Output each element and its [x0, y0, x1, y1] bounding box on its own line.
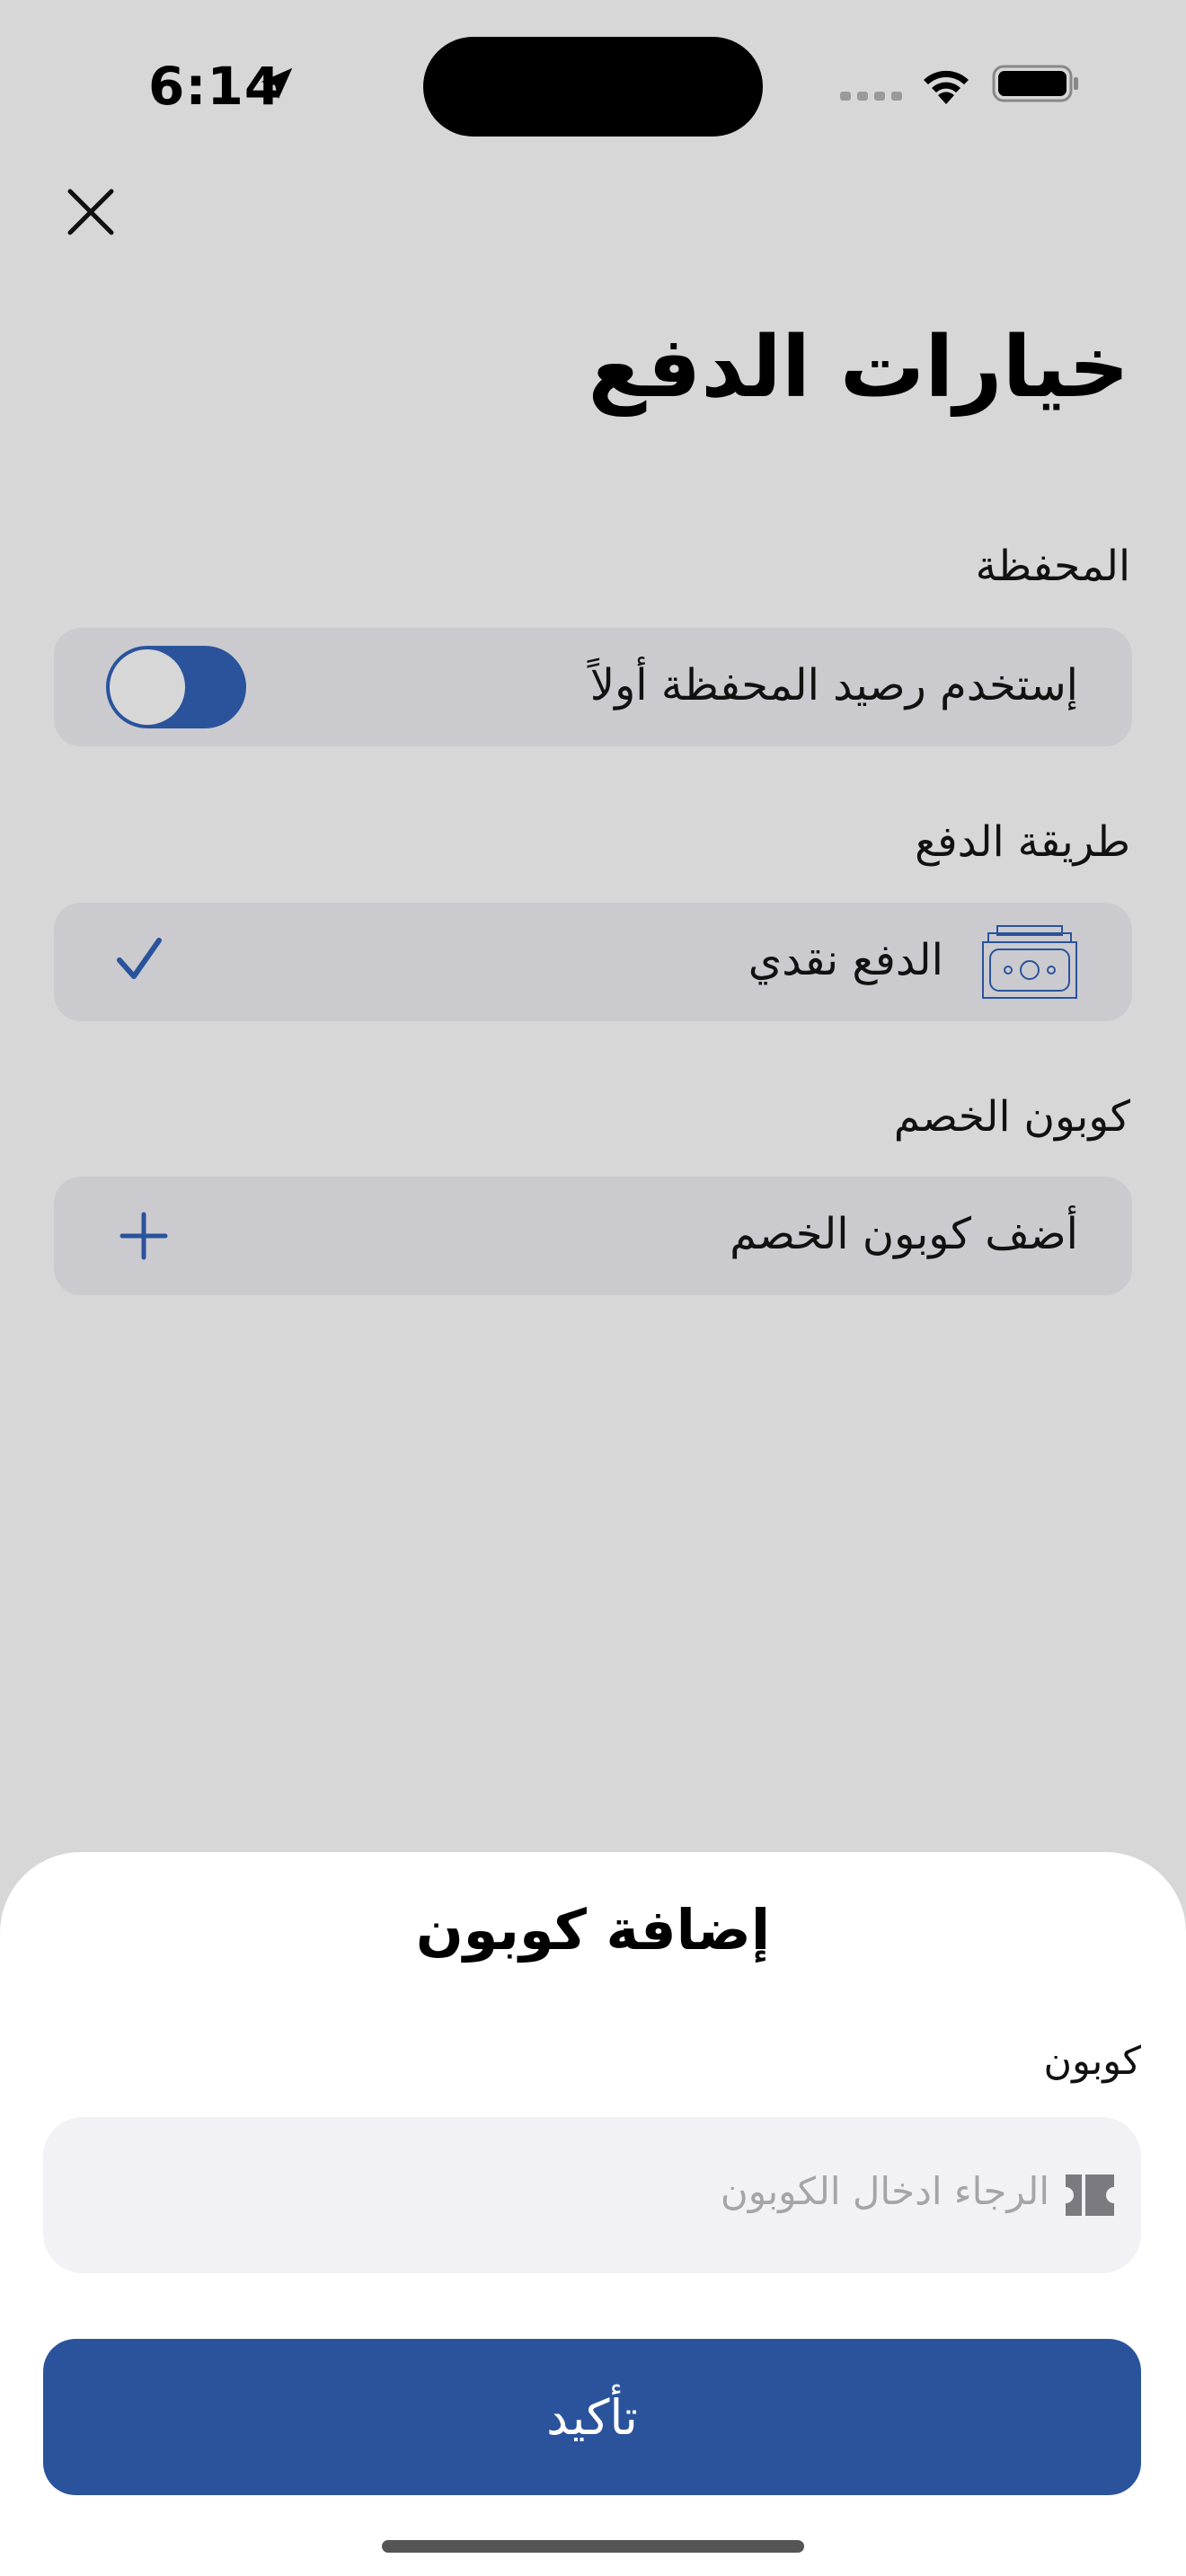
toggle-knob	[110, 649, 185, 725]
wallet-toggle-switch[interactable]	[106, 646, 246, 728]
checkmark-icon	[117, 938, 162, 979]
wifi-icon	[924, 70, 969, 104]
location-arrow-icon	[261, 67, 293, 100]
cellular-signal-icon	[840, 92, 902, 101]
battery-icon	[992, 65, 1078, 102]
coupon-section-label: كوبون الخصم	[893, 1092, 1130, 1142]
wallet-section-label: المحفظة	[975, 542, 1130, 591]
wallet-toggle-row[interactable]: إستخدم رصيد المحفظة أولاً	[54, 628, 1132, 746]
home-indicator[interactable]	[382, 2540, 804, 2553]
sheet-title: إضافة كوبون	[415, 1897, 771, 1963]
dynamic-island	[423, 37, 763, 137]
ticket-icon	[1066, 2175, 1114, 2216]
wallet-toggle-label: إستخدم رصيد المحفظة أولاً	[589, 660, 1078, 710]
coupon-input[interactable]: الرجاء ادخال الكوبون	[43, 2117, 1141, 2273]
payment-option-cash[interactable]: الدفع نقدي	[54, 903, 1132, 1021]
payment-method-section-label: طريقة الدفع	[915, 817, 1130, 867]
page-title: خيارات الدفع	[588, 319, 1129, 417]
add-coupon-row[interactable]: أضف كوبون الخصم	[54, 1177, 1132, 1295]
plus-icon	[119, 1212, 168, 1260]
add-coupon-label: أضف كوبون الخصم	[730, 1209, 1078, 1259]
payment-option-label: الدفع نقدي	[748, 935, 943, 985]
confirm-button[interactable]: تأكيد	[43, 2339, 1141, 2495]
coupon-input-placeholder: الرجاء ادخال الكوبون	[720, 2169, 1049, 2213]
coupon-field-label: كوبون	[1043, 2039, 1141, 2084]
cash-icon	[982, 925, 1077, 999]
close-icon[interactable]	[63, 184, 119, 240]
